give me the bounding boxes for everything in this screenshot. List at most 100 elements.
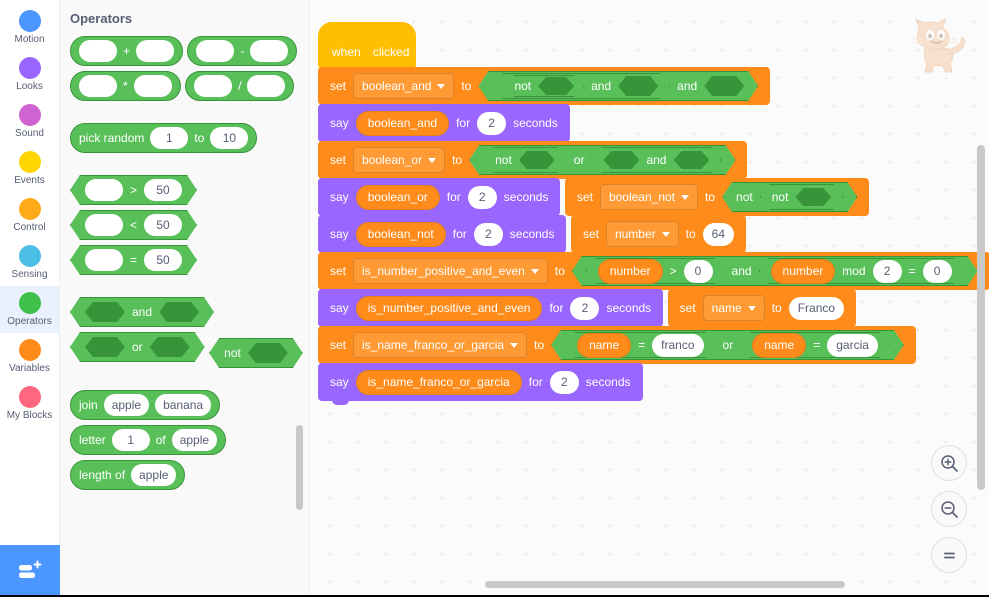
boolean-and-inner[interactable]: and [591,147,721,173]
variable-dropdown[interactable]: boolean_not [599,184,699,210]
operand-b-input[interactable]: 50 [144,214,182,236]
boolean-not[interactable]: not [504,75,584,97]
variable-dropdown[interactable]: boolean_or [353,147,446,173]
boolean-empty-slot[interactable] [795,188,831,206]
zoom-reset-button[interactable] [931,537,967,573]
sidebar-item-motion[interactable]: Motion [0,4,60,51]
operand-a-input[interactable] [85,179,123,201]
boolean-not-outer[interactable]: not not [722,182,857,212]
block-say-boolean-and[interactable]: say boolean_and for 2 seconds [318,104,570,146]
variable-reporter[interactable]: number [771,259,836,284]
sidebar-item-sensing[interactable]: Sensing [0,239,60,286]
seconds-input[interactable]: 2 [570,296,600,320]
variable-reporter[interactable]: boolean_not [355,221,446,247]
seconds-input[interactable]: 2 [473,222,503,246]
letter-text-input[interactable]: apple [171,429,218,451]
comparison-name-equals-franco[interactable]: name = franco [565,332,715,358]
pick-random-to-input[interactable]: 10 [210,127,249,149]
palette-block-equals[interactable]: = 50 [70,245,197,275]
palette-block-subtract[interactable]: - [187,36,298,66]
variable-dropdown[interactable]: name [702,295,765,321]
comparison-greater-than[interactable]: number > 0 [586,258,725,284]
letter-index-input[interactable]: 1 [111,429,150,451]
variable-reporter[interactable]: is_number_positive_and_even [355,295,543,321]
palette-block-and[interactable]: and [70,297,214,327]
value-input[interactable]: 64 [702,222,735,246]
palette-block-join[interactable]: join apple banana [70,390,221,420]
boolean-empty-slot[interactable] [618,76,658,96]
join-a-input[interactable]: apple [103,394,150,416]
boolean-empty-slot[interactable] [538,77,574,95]
variable-reporter[interactable]: name [752,333,806,358]
block-set-boolean-not[interactable]: set boolean_not to not not [564,178,870,220]
boolean-not[interactable]: not [483,147,567,173]
operand-a-input[interactable] [79,75,117,97]
boolean-slot-b[interactable] [159,302,199,322]
workspace-vertical-scrollbar[interactable] [977,145,985,490]
boolean-slot-a[interactable] [85,337,125,357]
palette-block-greater-than[interactable]: > 50 [70,175,197,205]
sidebar-item-control[interactable]: Control [0,192,60,239]
comparison-name-equals-garcia[interactable]: name = garcia [740,332,890,358]
variable-dropdown[interactable]: is_number_positive_and_even [353,258,548,284]
operand-a-input[interactable] [194,75,233,97]
sidebar-item-operators[interactable]: Operators [0,286,60,333]
compare-value-input[interactable]: 0 [684,260,713,283]
palette-block-not[interactable]: not [209,338,303,368]
sidebar-item-sound[interactable]: Sound [0,98,60,145]
zoom-out-button[interactable] [931,491,967,527]
operand-a-input[interactable] [79,40,117,62]
block-set-name[interactable]: set name to Franco [667,289,857,331]
block-say-is-number-positive-and-even[interactable]: say is_number_positive_and_even for 2 se… [318,289,664,331]
variable-reporter[interactable]: is_name_franco_or_garcia [355,369,522,395]
value-input[interactable]: Franco [788,296,845,320]
code-workspace[interactable]: when clicked set boolean_and to not and … [310,0,989,597]
boolean-or-outer[interactable]: name = franco or name = garcia [551,330,904,360]
variable-dropdown[interactable]: boolean_and [353,73,455,99]
palette-block-or[interactable]: or [70,332,205,362]
operand-b-input[interactable] [136,40,175,62]
boolean-slot-a[interactable] [248,343,288,363]
variable-reporter[interactable]: boolean_or [355,184,440,210]
palette-block-length-of[interactable]: length of apple [70,460,186,490]
seconds-input[interactable]: 2 [549,370,579,394]
boolean-and-inner[interactable]: not and [492,73,670,99]
variable-reporter[interactable]: number [598,259,663,284]
workspace-horizontal-scrollbar[interactable] [485,581,845,588]
compare-value-input[interactable]: garcia [827,334,878,357]
palette-scrollbar[interactable] [296,425,303,510]
block-say-is-name-franco-or-garcia[interactable]: say is_name_franco_or_garcia for 2 secon… [318,363,643,405]
palette-block-letter-of[interactable]: letter 1 of apple [70,425,227,455]
palette-block-less-than[interactable]: < 50 [70,210,197,240]
boolean-empty-slot[interactable] [673,151,709,169]
sidebar-item-variables[interactable]: Variables [0,333,60,380]
palette-block-add[interactable]: + [70,36,184,66]
variable-dropdown[interactable]: is_name_franco_or_garcia [353,332,528,358]
operand-b-input[interactable]: 50 [144,179,182,201]
block-set-boolean-or[interactable]: set boolean_or to not or and [318,141,748,183]
variable-reporter[interactable]: boolean_and [355,110,450,136]
comparison-mod-equals[interactable]: number mod 2 = 0 [759,258,964,284]
pick-random-from-input[interactable]: 1 [150,127,189,149]
palette-block-divide[interactable]: / [185,71,295,101]
add-extension-button[interactable] [0,545,60,597]
variable-dropdown[interactable]: number [605,221,679,247]
variable-reporter[interactable]: name [577,333,631,358]
boolean-empty-slot[interactable] [603,151,639,169]
mod-value-input[interactable]: 2 [873,260,902,283]
block-when-flag-clicked[interactable]: when clicked [318,22,416,68]
block-say-boolean-or[interactable]: say boolean_or for 2 seconds [318,178,561,220]
sidebar-item-events[interactable]: Events [0,145,60,192]
block-set-is-number-positive-and-even[interactable]: set is_number_positive_and_even to numbe… [318,252,989,294]
palette-block-pick-random[interactable]: pick random 1 to 10 [70,123,258,153]
boolean-and-outer[interactable]: number > 0 and number mod 2 = 0 [572,256,978,286]
sidebar-item-looks[interactable]: Looks [0,51,60,98]
block-set-number[interactable]: set number to 64 [570,215,747,257]
block-set-boolean-and[interactable]: set boolean_and to not and and [318,67,771,109]
boolean-slot-a[interactable] [85,302,125,322]
zoom-in-button[interactable] [931,445,967,481]
join-b-input[interactable]: banana [155,394,212,416]
operand-b-input[interactable] [247,75,286,97]
compare-value-input[interactable]: franco [652,334,703,357]
operand-b-input[interactable]: 50 [144,249,182,271]
